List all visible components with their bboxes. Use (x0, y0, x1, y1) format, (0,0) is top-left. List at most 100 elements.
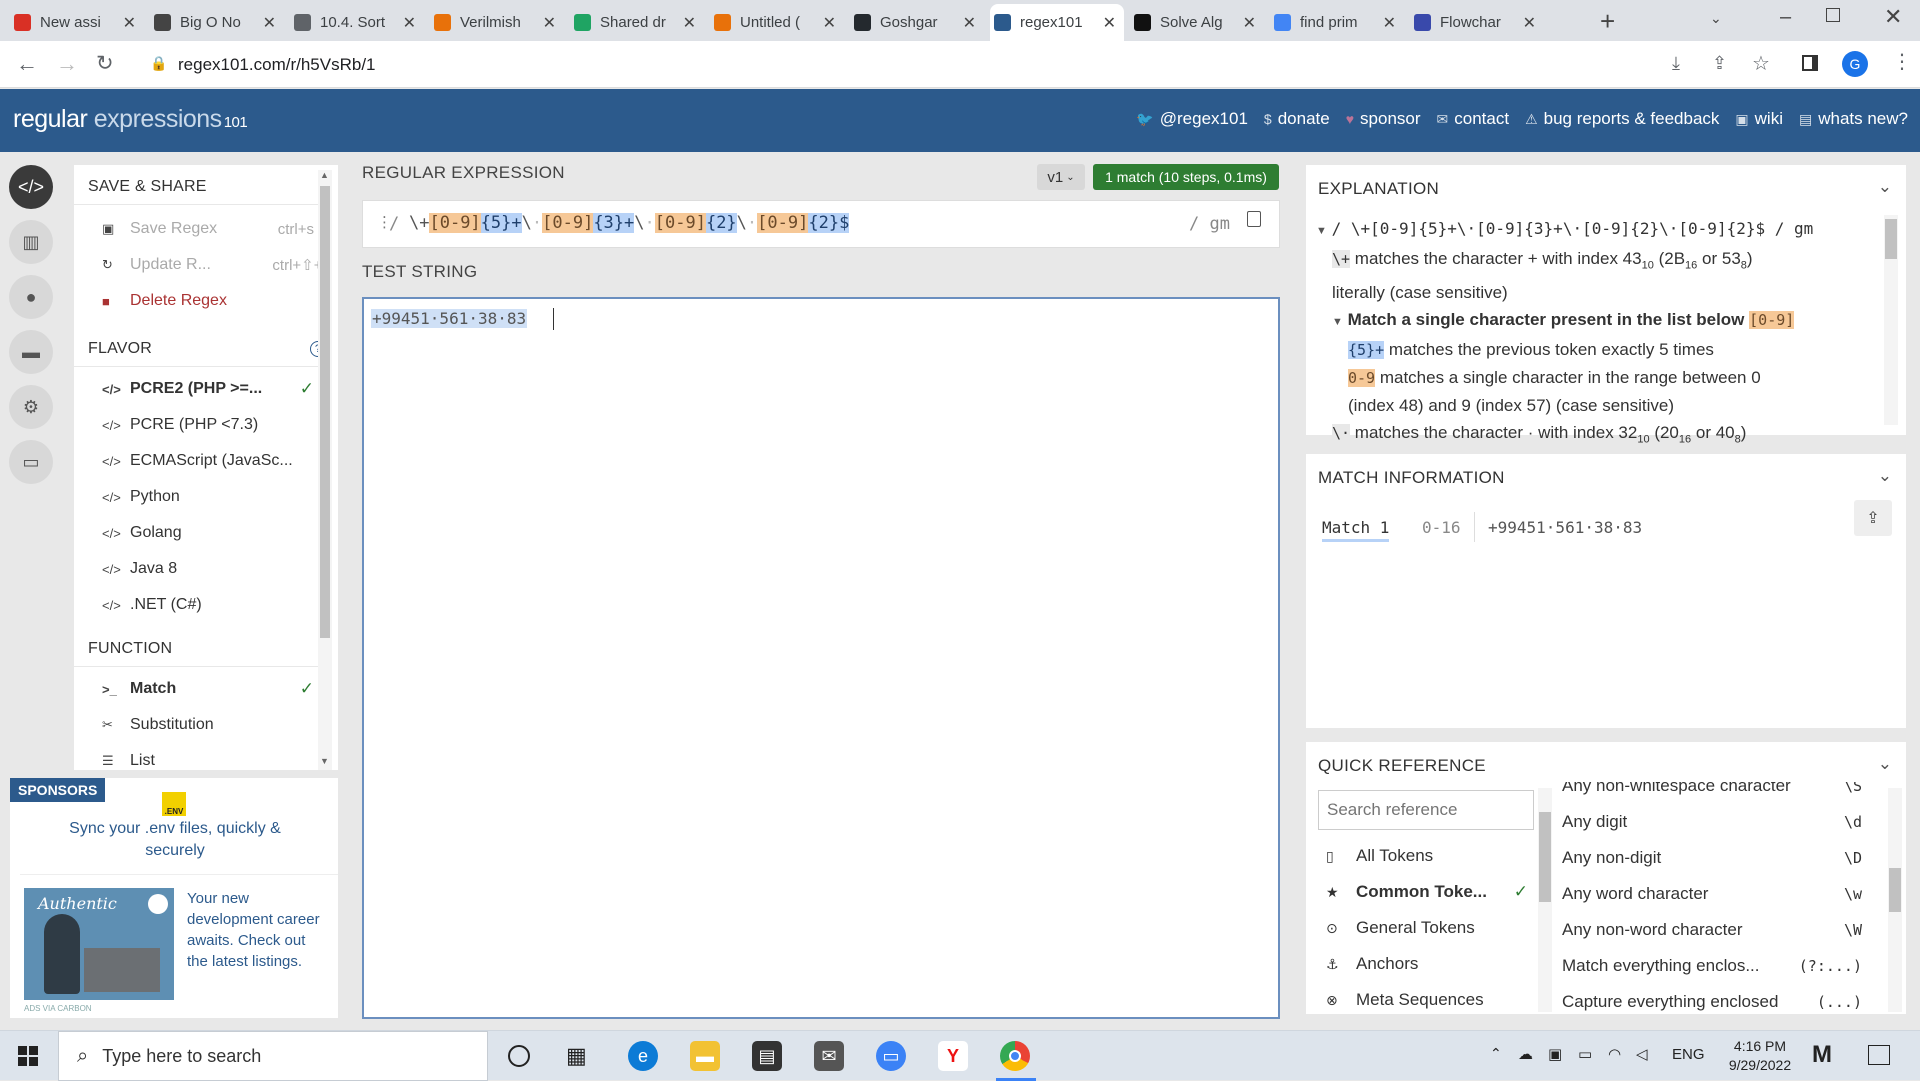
taskbar-search[interactable]: ⌕ Type here to search (58, 1031, 488, 1081)
chat-icon[interactable]: ▭ (9, 440, 53, 484)
reference-category[interactable]: ⚓ Anchors (1318, 946, 1528, 982)
side-panel-icon[interactable] (1802, 55, 1818, 71)
browser-tab[interactable]: Untitled (✕ (710, 4, 844, 41)
reference-item[interactable]: Any digit \d (1562, 804, 1862, 840)
nav-wiki[interactable]: ▣ wiki (1735, 109, 1783, 129)
ad-footer[interactable]: ADS VIA CARBON (24, 1004, 92, 1013)
battery-icon[interactable]: ▭ (1578, 1045, 1592, 1063)
site-logo[interactable]: regular expressions 101 (13, 105, 248, 134)
install-icon[interactable]: ⤓ (1672, 53, 1680, 74)
bookmark-star-icon[interactable]: ☆ (1752, 51, 1770, 76)
maximize-icon[interactable] (1826, 8, 1840, 22)
close-tab-icon[interactable]: ✕ (1243, 13, 1256, 33)
collapse-chevron-icon[interactable]: ⌄ (1878, 754, 1892, 774)
nav-bug-reports[interactable]: ⚠ bug reports & feedback (1525, 109, 1719, 129)
back-icon[interactable]: ← (16, 51, 38, 77)
ad-image[interactable]: Authentic (24, 888, 174, 1000)
reference-item[interactable]: Any word character \w (1562, 876, 1862, 912)
tab-search-chevron-icon[interactable]: ⌄ (1710, 10, 1722, 27)
save-regex-button[interactable]: ▣ Save Regex ctrl+s (74, 211, 338, 247)
browser-tab[interactable]: find prim ✕ (1270, 4, 1404, 41)
browser-tab[interactable]: regex101 ✕ (990, 4, 1124, 41)
address-bar[interactable]: 🔒 regex101.com/r/h5VsRb/1 (140, 47, 1680, 83)
close-tab-icon[interactable]: ✕ (963, 13, 976, 33)
reference-item[interactable]: Match everything enclos... (?:...) (1562, 948, 1862, 984)
export-share-icon[interactable]: ⇪ (1854, 500, 1892, 536)
tray-chevron-icon[interactable]: ⌃ (1490, 1045, 1502, 1062)
update-regex-button[interactable]: ↻ Update R... ctrl+⇧+s (74, 247, 338, 283)
reference-category[interactable]: ▯ All Tokens (1318, 838, 1528, 874)
function-match[interactable]: >_ Match ✓ (74, 671, 338, 707)
edge-icon[interactable]: e (628, 1041, 658, 1071)
task-view-icon[interactable]: ▦ (566, 1043, 587, 1069)
explanation-scrollbar[interactable] (1884, 215, 1898, 425)
reference-item[interactable]: Any non-word character \W (1562, 912, 1862, 948)
reference-category[interactable]: ★ Common Toke... ✓ (1318, 874, 1528, 910)
clock[interactable]: 4:16 PM 9/29/2022 (1720, 1037, 1800, 1075)
chat-app-icon[interactable]: ▭ (876, 1041, 906, 1071)
yandex-icon[interactable]: Y (938, 1041, 968, 1071)
close-tab-icon[interactable]: ✕ (1523, 13, 1536, 33)
browser-tab[interactable]: Solve Alg ✕ (1130, 4, 1264, 41)
side-panel-scrollbar[interactable]: ▲ ▼ (318, 170, 332, 770)
mail-app-icon[interactable]: ✉ (814, 1041, 844, 1071)
version-dropdown[interactable]: v1 ⌄ (1037, 164, 1085, 190)
close-tab-icon[interactable]: ✕ (683, 13, 696, 33)
delete-regex-button[interactable]: ■ Delete Regex (74, 283, 338, 319)
reference-item[interactable]: Any non-digit \D (1562, 840, 1862, 876)
cortana-icon[interactable] (508, 1045, 530, 1067)
nav-twitter[interactable]: 🐦 @regex101 (1136, 109, 1248, 129)
scroll-thumb[interactable] (1885, 219, 1897, 259)
close-tab-icon[interactable]: ✕ (543, 13, 556, 33)
explanation-line[interactable]: ▼ Match a single character present in th… (1316, 306, 1882, 336)
security-icon[interactable]: ▣ (1548, 1045, 1562, 1063)
flavor-item[interactable]: </> Python (74, 479, 338, 515)
expand-caret-icon[interactable]: ▼ (1332, 316, 1343, 328)
onedrive-icon[interactable]: ☁ (1518, 1045, 1533, 1063)
profile-avatar[interactable]: G (1842, 51, 1868, 77)
quiz-gamepad-icon[interactable]: ▬ (9, 330, 53, 374)
nav-sponsor[interactable]: ♥ sponsor (1346, 109, 1421, 129)
settings-gear-icon[interactable]: ⚙ (9, 385, 53, 429)
dotenv-sponsor-link[interactable]: Sync your .env files, quickly & securely (60, 818, 290, 862)
scroll-down-icon[interactable]: ▼ (320, 756, 329, 766)
scroll-up-icon[interactable]: ▲ (320, 170, 329, 180)
flavor-item[interactable]: </> PCRE (PHP <7.3) (74, 407, 338, 443)
flavor-item[interactable]: </> Golang (74, 515, 338, 551)
close-window-icon[interactable]: ✕ (1884, 4, 1902, 30)
scroll-thumb[interactable] (320, 186, 330, 638)
reload-icon[interactable]: ↻ (96, 51, 114, 76)
collapse-chevron-icon[interactable]: ⌄ (1878, 466, 1892, 486)
browser-tab[interactable]: New assi ✕ (10, 4, 144, 41)
notifications-icon[interactable] (1868, 1045, 1890, 1065)
nav-contact[interactable]: ✉ contact (1437, 109, 1510, 129)
regex-flags[interactable]: / gm (1189, 214, 1230, 234)
browser-tab[interactable]: Big O No ✕ (150, 4, 284, 41)
reference-category[interactable]: ⊗ Meta Sequences (1318, 982, 1528, 1018)
share-icon[interactable]: ⇪ (1712, 53, 1727, 74)
m-app-icon[interactable]: M (1812, 1041, 1832, 1069)
close-tab-icon[interactable]: ✕ (123, 13, 136, 33)
flavor-item[interactable]: </> Java 8 (74, 551, 338, 587)
account-icon[interactable]: ● (9, 275, 53, 319)
new-tab-icon[interactable]: + (1600, 6, 1615, 37)
categories-scrollbar[interactable] (1538, 788, 1552, 1012)
reference-item[interactable]: Capture everything enclosed (...) (1562, 984, 1862, 1012)
close-tab-icon[interactable]: ✕ (1103, 13, 1116, 33)
chrome-icon[interactable] (1000, 1041, 1030, 1071)
browser-tab[interactable]: Goshgar ✕ (850, 4, 984, 41)
flavor-item[interactable]: </> .NET (C#) (74, 587, 338, 623)
close-tab-icon[interactable]: ✕ (1383, 13, 1396, 33)
copy-icon[interactable] (1247, 211, 1261, 227)
flavor-item[interactable]: </> PCRE2 (PHP >=... ✓ (74, 371, 338, 407)
windows-start-icon[interactable] (18, 1046, 38, 1066)
nav-whats-new[interactable]: ▤ whats new? (1799, 109, 1908, 129)
explanation-line-regex[interactable]: ▼ / \+[0-9]{5}+\·[0-9]{3}+\·[0-9]{2}\·[0… (1316, 215, 1882, 245)
store-icon[interactable]: ▤ (752, 1041, 782, 1071)
forward-icon[interactable]: → (56, 51, 78, 77)
regex-input[interactable]: ⋮ / \+[0-9]{5}+\·[0-9]{3}+\·[0-9]{2}\·[0… (362, 200, 1280, 248)
regex-pattern[interactable]: \+[0-9]{5}+\·[0-9]{3}+\·[0-9]{2}\·[0-9]{… (409, 213, 850, 233)
scroll-thumb[interactable] (1889, 868, 1901, 912)
flavor-item[interactable]: </> ECMAScript (JavaSc... (74, 443, 338, 479)
expand-caret-icon[interactable]: ▼ (1316, 225, 1327, 237)
